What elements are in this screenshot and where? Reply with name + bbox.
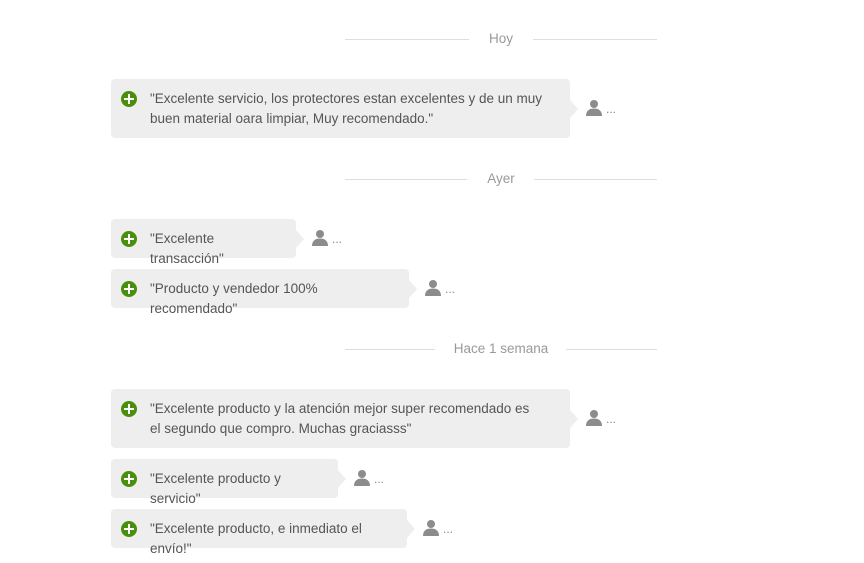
divider-line-right <box>534 179 657 180</box>
author-name: ... <box>445 282 456 296</box>
author-name: ... <box>606 412 617 426</box>
review-text: "Producto y vendedor 100% recomendado" <box>150 281 318 316</box>
review-bubble: "Excelente producto y servicio" <box>111 459 346 506</box>
review-text: "Excelente transacción" <box>150 231 224 266</box>
review-text: "Excelente producto y la atención mejor … <box>150 401 530 436</box>
divider-line-right <box>533 39 657 40</box>
review-bubble: "Excelente producto, e inmediato el enví… <box>111 509 415 556</box>
plus-circle-icon <box>121 91 137 107</box>
review-bubble: "Excelente producto y la atención mejor … <box>111 389 578 448</box>
review-text: "Excelente producto y servicio" <box>150 471 281 506</box>
author-name: ... <box>606 102 617 116</box>
date-divider-hace-1-semana: Hace 1 semana <box>345 339 657 359</box>
author-name: ... <box>374 472 385 486</box>
plus-circle-icon <box>121 401 137 417</box>
user-silhouette-icon <box>425 280 441 296</box>
review-bubble: "Excelente transacción" <box>111 219 304 266</box>
plus-circle-icon <box>121 281 137 297</box>
user-silhouette-icon <box>586 100 602 116</box>
author-name: ... <box>443 522 454 536</box>
plus-circle-icon <box>121 231 137 247</box>
plus-circle-icon <box>121 521 137 537</box>
review-bubble: "Excelente servicio, los protectores est… <box>111 79 578 138</box>
author-name: ... <box>332 232 343 246</box>
review-text: "Excelente servicio, los protectores est… <box>150 91 542 126</box>
user-silhouette-icon <box>423 520 439 536</box>
user-silhouette-icon <box>312 230 328 246</box>
plus-circle-icon <box>121 471 137 487</box>
user-silhouette-icon <box>354 470 370 486</box>
review-text: "Excelente producto, e inmediato el enví… <box>150 521 362 556</box>
date-divider-hoy: Hoy <box>345 29 657 49</box>
user-silhouette-icon <box>586 410 602 426</box>
divider-line-right <box>566 349 657 350</box>
review-bubble: "Producto y vendedor 100% recomendado" <box>111 269 417 316</box>
date-divider-ayer: Ayer <box>345 169 657 189</box>
